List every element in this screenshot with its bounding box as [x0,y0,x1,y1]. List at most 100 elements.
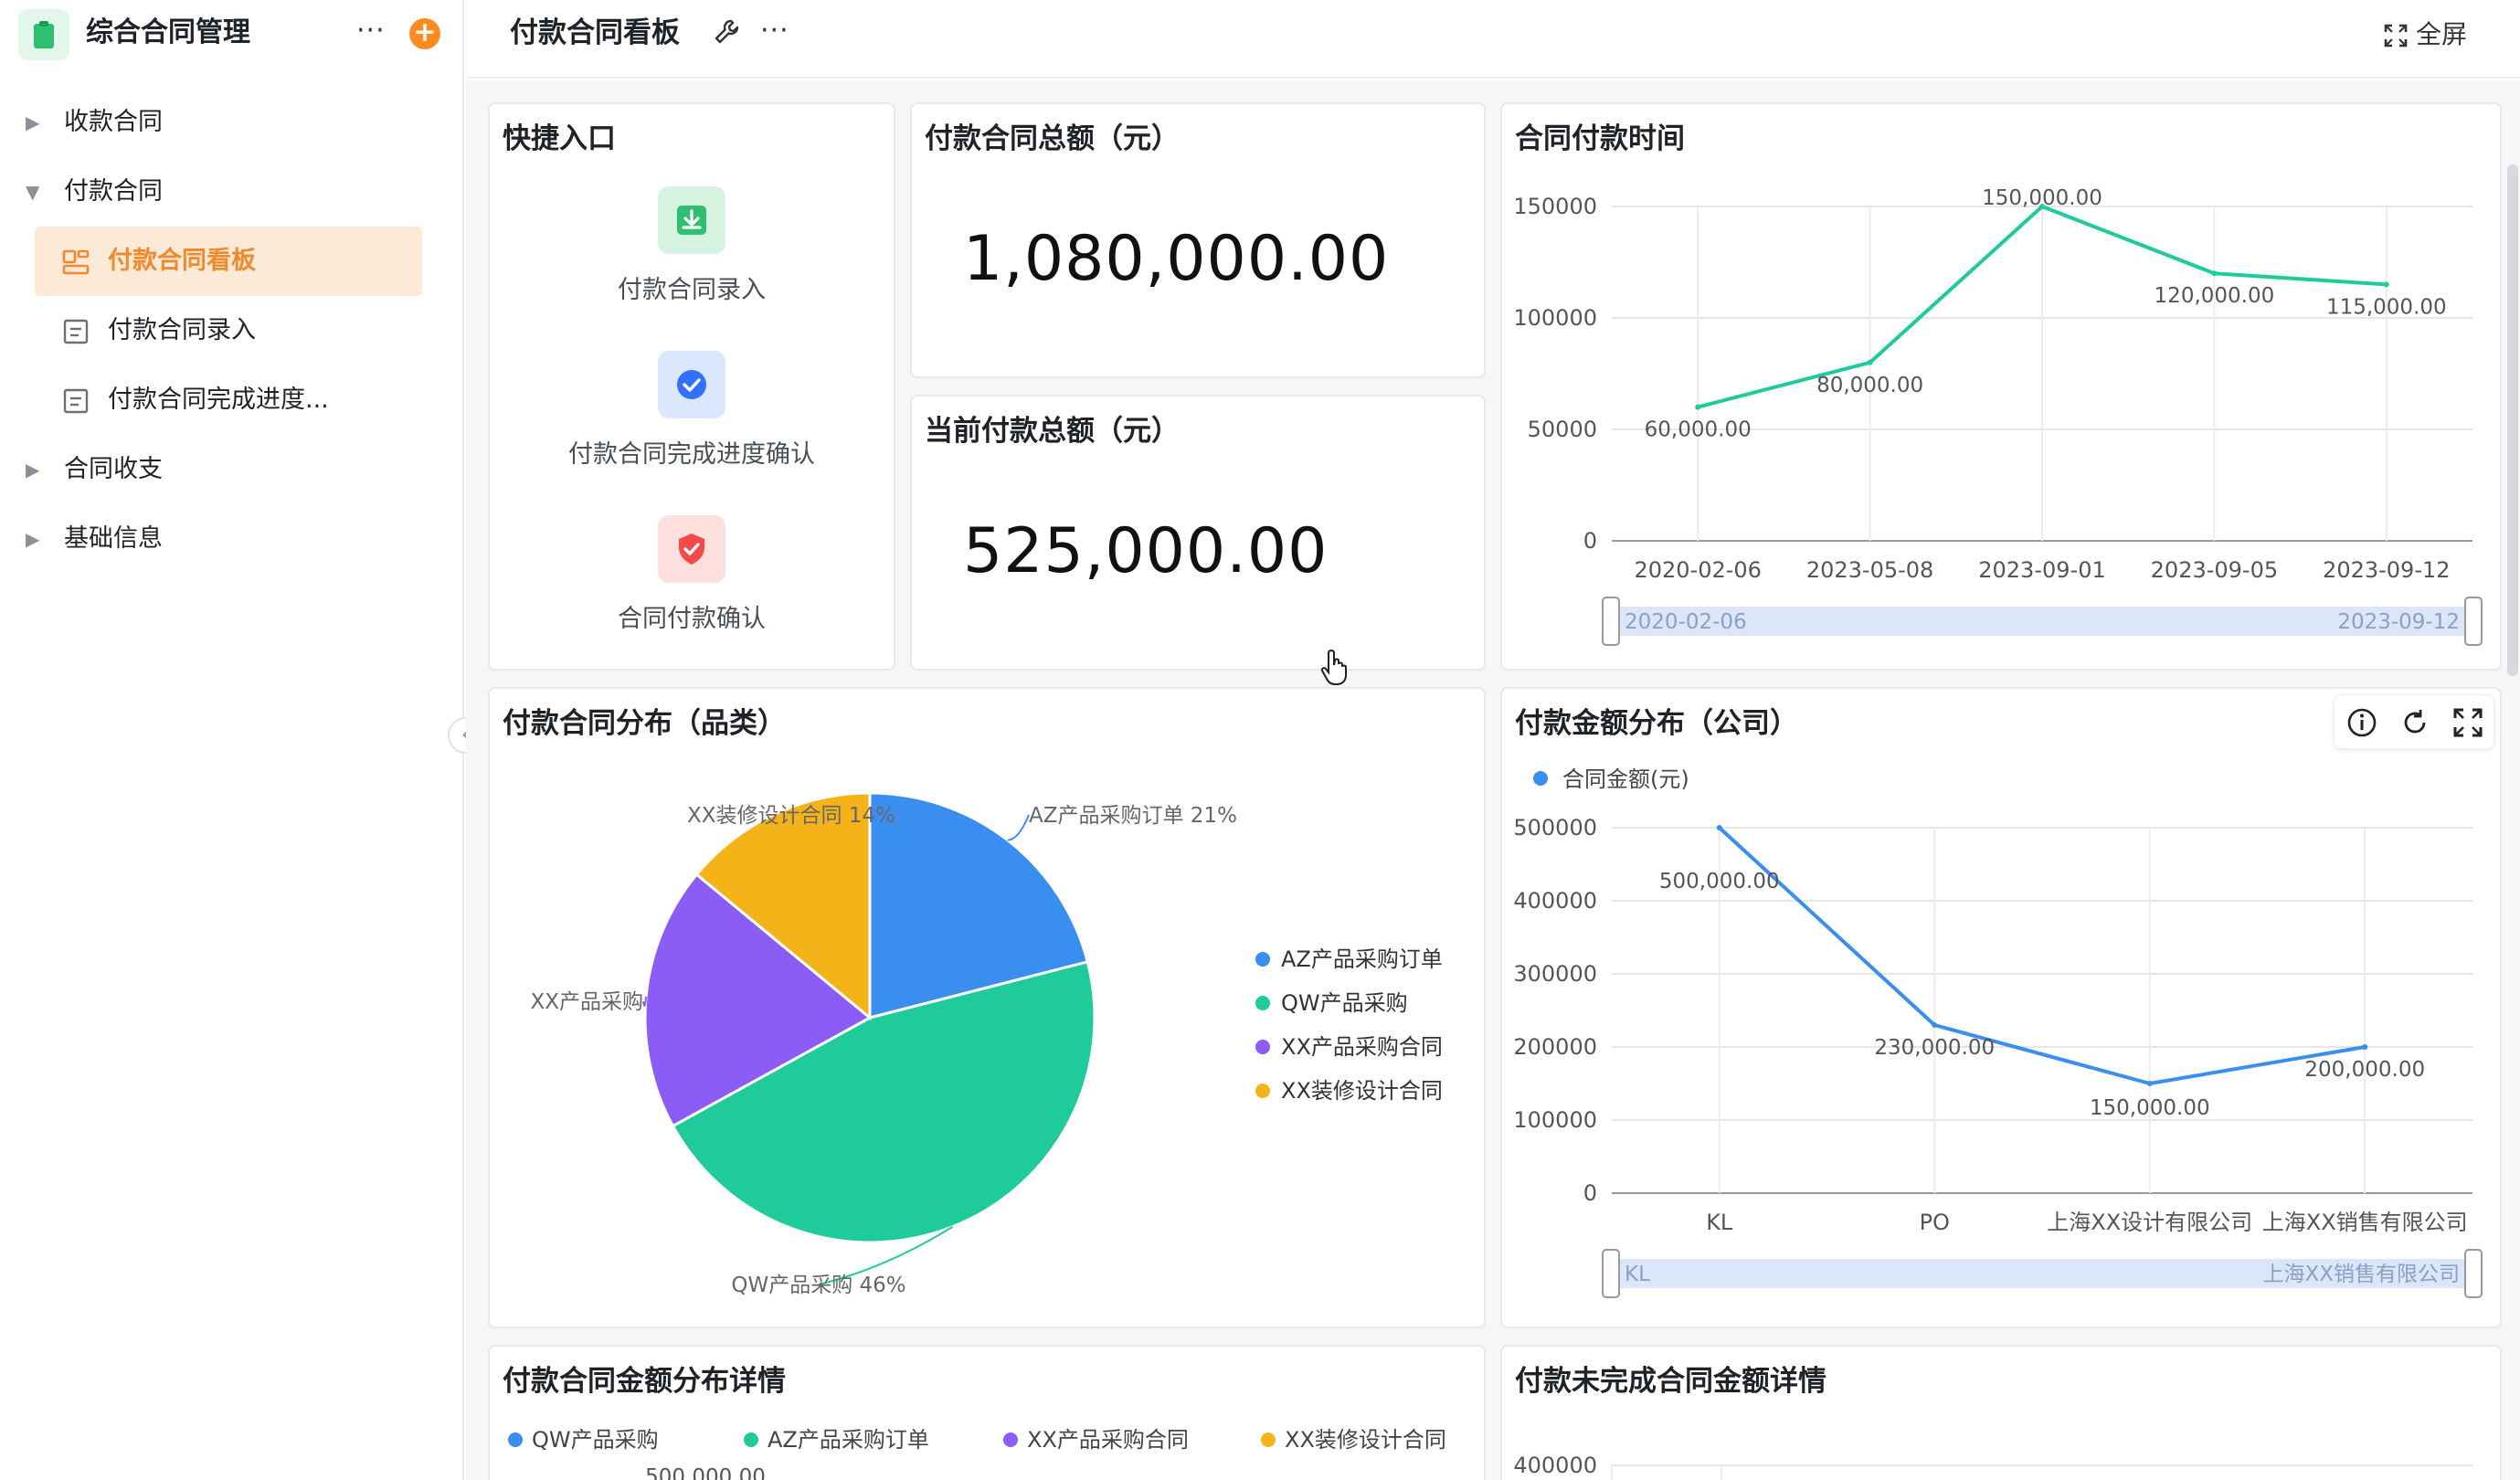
card-title: 快捷入口 [503,122,616,155]
form-icon [63,388,89,414]
pie-slice-label: XX装修设计合同 14% [687,804,895,828]
zoom-handle-left [1602,1249,1620,1298]
legend-label: QW产品采购 [532,1427,659,1453]
x-tick-label: 上海XX设计有限公司 [2047,1210,2252,1235]
y-tick-label: 100000 [1513,305,1597,331]
refresh-icon[interactable] [2398,706,2431,739]
caret-right-icon: ▶ [26,111,40,133]
data-label: 200,000.00 [2304,1058,2425,1082]
x-tick-label: 2023-09-01 [1978,557,2105,583]
y-tick-label: 0 [1583,1180,1597,1206]
legend-marker [508,1432,523,1447]
data-label: 115,000.00 [2326,295,2447,319]
data-point [2146,1081,2153,1086]
app-title: 综合合同管理 [86,16,250,48]
y-tick-label: 300000 [1513,961,1597,987]
shield-check-icon [658,515,725,583]
quick-entry-item[interactable]: 合同付款确认 [490,515,894,636]
sidebar-item-dashboard[interactable]: 付款合同看板 [35,227,422,296]
app-root: 综合合同管理 ··· + ▶ 收款合同 ▼ 付款合同 付款合同看板 付款合同录入… [0,0,2520,1480]
more-icon[interactable]: ··· [356,13,386,49]
quick-entry-label: 付款合同录入 [618,276,766,304]
zoom-start-label: 2020-02-06 [1625,610,1747,634]
page-header: 付款合同看板 ··· 全屏 [466,0,2520,79]
zoom-end-label: 上海XX销售有限公司 [2262,1263,2460,1286]
company-amount-card: 付款金额分布（公司） 合同金额(元) 0 100000 200000 300000 400… [1500,687,2502,1328]
paid-amount-card: 当前付款总额（元） 525,000.00 [910,395,1486,671]
caret-down-icon: ▼ [26,181,40,203]
payment-time-chart: 0 50000 100000 150000 2020-02-06 2023-05-08 20… [1513,186,2483,646]
sidebar-item-label: 付款合同录入 [108,316,256,344]
sidebar: 综合合同管理 ··· + ▶ 收款合同 ▼ 付款合同 付款合同看板 付款合同录入… [0,0,464,1480]
sidebar-item-progress[interactable]: 付款合同完成进度... [35,365,422,435]
caret-right-icon: ▶ [26,459,40,481]
quick-entry-label: 合同付款确认 [618,605,766,633]
dashboard-canvas: 快捷入口 付款合同录入 付款合同完成进度确认 合同付款确认 付款合同总额（元） … [466,80,2520,1480]
quick-entry-item[interactable]: 付款合同录入 [490,186,894,307]
legend-label: XX装修设计合同 [1281,1078,1443,1104]
caret-right-icon: ▶ [26,528,40,550]
x-tick-label: KL [1706,1210,1733,1235]
data-point [1932,1022,1938,1028]
x-tick-label: 2023-05-08 [1806,557,1933,583]
legend-marker [1255,1040,1270,1054]
data-label: 500,000.00 [645,1465,766,1480]
y-tick-label: 400000 [1513,1453,1597,1478]
legend-marker [1003,1432,1018,1447]
quick-entry-card: 快捷入口 付款合同录入 付款合同完成进度确认 合同付款确认 [488,102,895,671]
dashboard-icon [62,249,90,275]
legend-label: QW产品采购 [1281,990,1408,1016]
vertical-scrollbar[interactable] [2507,164,2518,676]
sidebar-group-label: 基础信息 [64,524,163,553]
zoom-end-label: 2023-09-12 [2337,610,2460,634]
data-point [1867,359,1873,365]
legend-label: XX产品采购合同 [1281,1034,1443,1060]
zoom-start-label: KL [1625,1263,1650,1286]
more-icon[interactable]: ··· [760,13,789,49]
legend-label: AZ产品采购订单 [768,1427,929,1453]
sidebar-group-balance[interactable]: ▶ 合同收支 [0,435,464,504]
sidebar-header: 综合合同管理 ··· + [0,0,464,66]
fullscreen-label: 全屏 [2415,19,2467,49]
x-tick-label: 上海XX销售有限公司 [2262,1210,2468,1235]
sidebar-group-receivable[interactable]: ▶ 收款合同 [0,88,464,157]
company-amount-chart: 合同金额(元) 0 100000 200000 300000 400000 500000 KL… [1513,766,2483,1298]
legend-marker [1533,771,1548,786]
sidebar-group-label: 收款合同 [64,108,163,136]
sidebar-group-payable[interactable]: ▼ 付款合同 [0,157,464,227]
data-point [2383,281,2389,288]
data-label: 230,000.00 [1874,1036,1995,1060]
sidebar-group-label: 付款合同 [64,177,163,206]
data-label: 80,000.00 [1816,374,1923,397]
info-icon[interactable] [2345,706,2378,739]
sidebar-group-label: 合同收支 [64,455,163,483]
y-tick-label: 0 [1583,528,1597,554]
category-pie-chart: AZ产品采购订单 21% QW产品采购 46% XX产品采购 XX装修设计合同 14%… [530,791,1443,1297]
legend-label: XX产品采购合同 [1027,1427,1189,1453]
card-title: 付款合同总额（元） [925,122,1180,155]
expand-icon[interactable] [2451,706,2484,739]
legend-marker [1255,996,1270,1010]
chart-toolbar [2334,694,2494,749]
quick-entry-item[interactable]: 付款合同完成进度确认 [490,351,894,471]
x-tick-label: PO [1920,1210,1950,1235]
zoom-handle-right [2464,597,2483,646]
card-title: 当前付款总额（元） [925,415,1180,448]
y-tick-label: 50000 [1528,417,1597,442]
series-line [1718,826,2366,1085]
paid-amount-value: 525,000.00 [963,515,1329,587]
hand-cursor-icon [1320,649,1347,685]
data-point [2362,1044,2368,1050]
pie-label-line [1007,814,1030,841]
amount-detail-chart: QW产品采购 AZ产品采购订单 XX产品采购合同 XX装修设计合同 500,000.00 [508,1427,1446,1480]
check-circle-icon [658,351,725,418]
legend-label: XX装修设计合同 [1285,1427,1446,1453]
x-tick-label: 2023-09-05 [2151,557,2278,583]
zoom-handle-left [1602,597,1620,646]
sidebar-group-basic-info[interactable]: ▶ 基础信息 [0,504,464,574]
y-tick-label: 500000 [1513,815,1597,840]
add-button[interactable]: + [409,18,440,49]
fullscreen-button[interactable]: 全屏 [2383,16,2467,53]
wrench-icon[interactable] [711,16,742,48]
sidebar-item-entry[interactable]: 付款合同录入 [35,296,422,365]
